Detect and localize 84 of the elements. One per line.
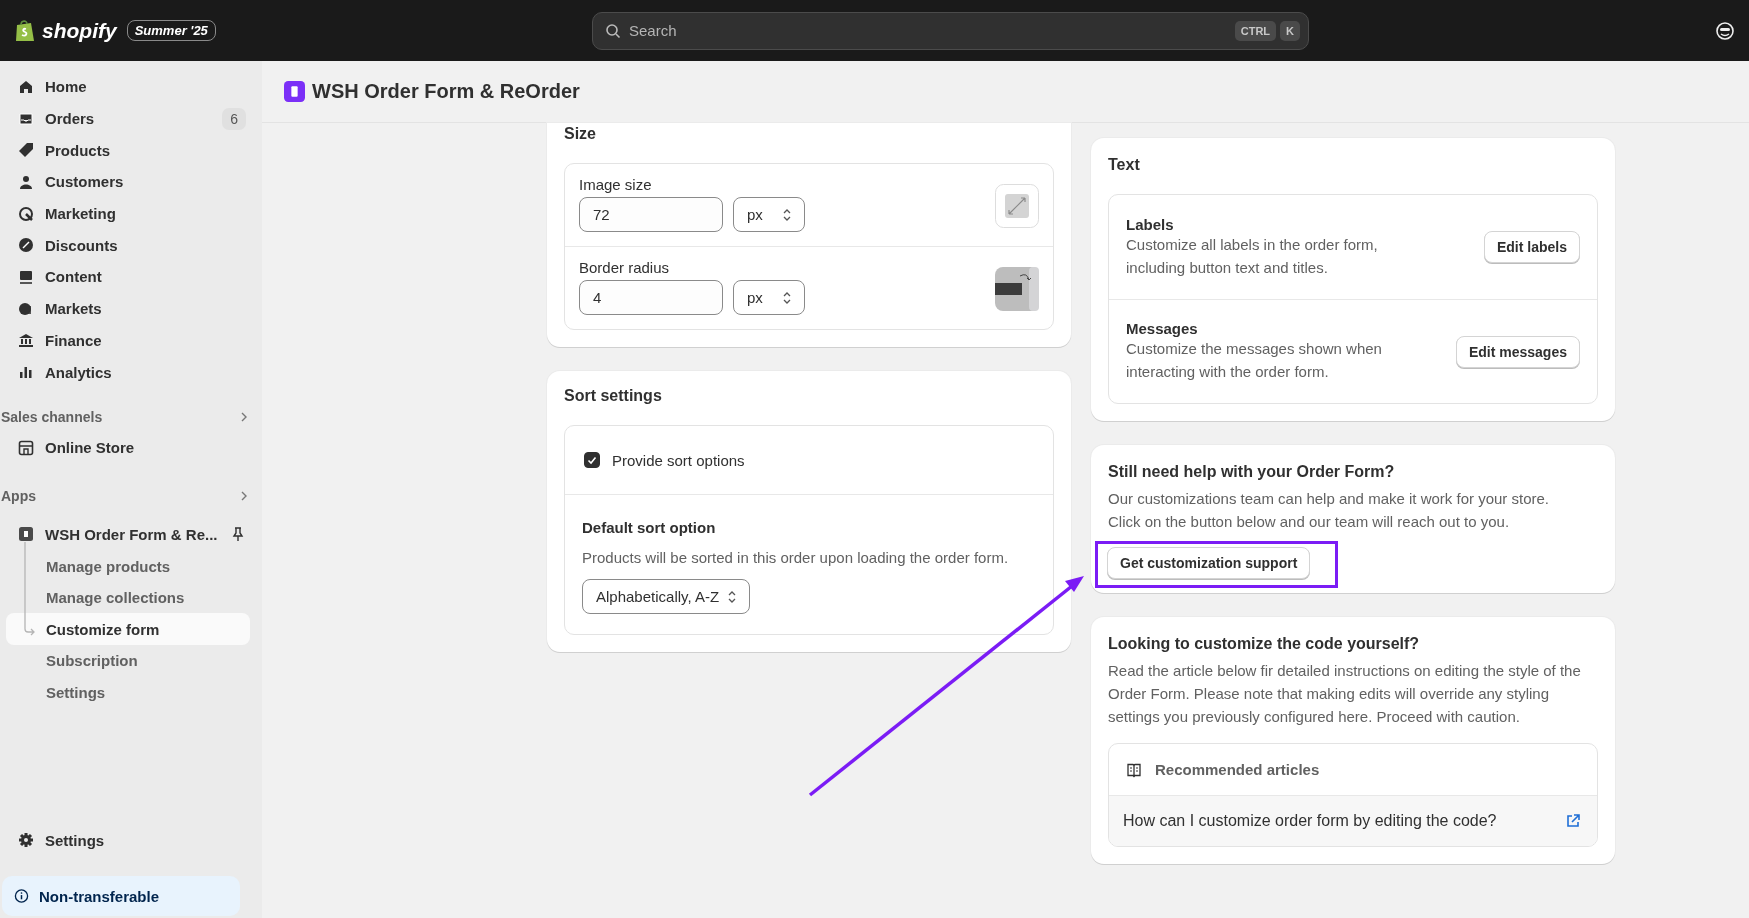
page-title: WSH Order Form & ReOrder — [312, 80, 580, 103]
keyboard-key: K — [1280, 20, 1300, 41]
app-nav-item[interactable]: WSH Order Form & Re... — [0, 518, 256, 551]
nav-item[interactable]: Orders 6 — [0, 102, 256, 135]
book-icon — [1126, 761, 1142, 778]
nav-icon — [18, 205, 34, 222]
nav-icon — [18, 142, 34, 159]
sub-nav-item[interactable]: Subscription — [6, 644, 250, 677]
section-title: Default sort option — [582, 519, 717, 536]
gear-icon — [18, 832, 34, 849]
card-title: Text — [1108, 155, 1141, 175]
corner-radius-icon — [995, 267, 1039, 311]
sub-nav-item[interactable]: Manage collections — [6, 581, 250, 614]
chevron-updown-icon — [782, 207, 792, 222]
nav-item[interactable]: Online Store — [0, 431, 256, 464]
card-title: Looking to customize the code yourself? — [1108, 634, 1421, 654]
description: Customize all labels in the order form, including button text and titles. — [1126, 234, 1379, 278]
articles-title: Recommended articles — [1155, 761, 1320, 778]
number-field[interactable]: 4 — [579, 280, 723, 315]
nav-item[interactable]: Discounts — [0, 229, 256, 262]
number-field[interactable]: 72 — [579, 197, 723, 232]
row-title: Labels — [1126, 215, 1175, 233]
chevron-updown-icon — [782, 290, 792, 305]
field-label: Border radius — [579, 259, 671, 276]
field-label: Image size — [579, 176, 653, 193]
checkmark-icon — [586, 454, 598, 466]
nav-icon — [18, 364, 34, 381]
chevron-right-icon[interactable] — [240, 489, 248, 502]
nav-item[interactable]: Products — [0, 134, 256, 167]
pin-icon[interactable] — [230, 526, 246, 543]
section-header[interactable]: Apps — [0, 480, 262, 511]
nav-item[interactable]: Analytics — [0, 356, 256, 388]
edit-button[interactable]: Edit labels — [1483, 231, 1580, 263]
chevron-right-icon[interactable] — [240, 410, 248, 423]
description: Customize the messages shown when interacting with the order form. — [1126, 339, 1383, 382]
row-title: Messages — [1126, 320, 1199, 337]
nav-item[interactable]: Finance — [0, 324, 256, 357]
keyboard-key: CTRL — [1234, 20, 1277, 41]
edit-button[interactable]: Edit messages — [1455, 335, 1580, 368]
notice-text: Non-transferable — [39, 887, 160, 905]
nav-icon — [18, 110, 34, 127]
app-icon — [18, 526, 34, 543]
checkbox[interactable] — [584, 452, 600, 468]
nav-icon — [18, 237, 34, 254]
brand-logo: shopify — [42, 18, 117, 43]
nav-item[interactable]: Marketing — [0, 197, 256, 230]
support-button[interactable]: Get customization support — [1107, 547, 1311, 579]
card-title: Size — [564, 124, 597, 144]
sub-nav-item[interactable]: Settings — [6, 676, 250, 708]
unit-select[interactable]: px — [733, 280, 805, 315]
search-field[interactable]: Search CTRL K — [592, 11, 1309, 50]
shopping-bag-icon — [14, 18, 36, 43]
nav-item[interactable]: Customers — [0, 166, 256, 198]
chevron-updown-icon — [727, 589, 738, 604]
info-icon — [14, 888, 29, 904]
nav-icon — [18, 268, 34, 285]
card-title: Sort settings — [564, 387, 663, 406]
section-header[interactable]: Sales channels — [0, 401, 262, 432]
external-link-icon[interactable] — [1565, 813, 1581, 829]
help-text: Click on the button below and our team will reach out to you. — [1108, 512, 1511, 532]
search-icon — [605, 22, 621, 39]
sort-select[interactable]: Alphabetically, A-Z — [582, 579, 751, 614]
store-icon — [18, 439, 34, 456]
settings-nav-item[interactable]: Settings — [0, 824, 256, 856]
help-text: Our customizations team can help and make it work for your store. — [1108, 489, 1551, 509]
unit-select[interactable]: px — [733, 197, 805, 232]
nav-item[interactable]: Content — [0, 261, 256, 293]
nav-icon — [18, 78, 34, 95]
nav-item[interactable]: Home — [0, 71, 256, 103]
checkbox-label: Provide sort options — [612, 451, 745, 469]
edition-badge: Summer '25 — [126, 20, 216, 41]
card-title: Still need help with your Order Form? — [1108, 462, 1396, 482]
nav-icon — [18, 332, 34, 349]
user-avatar-icon[interactable] — [1715, 20, 1735, 41]
nav-icon — [18, 300, 34, 317]
app-icon — [284, 81, 305, 102]
nav-item[interactable]: Markets — [0, 292, 256, 325]
image-resize-icon — [995, 184, 1039, 228]
sub-nav-item[interactable]: Manage products — [6, 550, 250, 582]
description: Read the article below fir detailed instructions on editing the style of the Order Form. Please note that making edits will override any styling settings you previously configured here. Proceed with caution. — [1108, 661, 1582, 727]
count-badge: 6 — [222, 107, 246, 130]
sub-nav-item[interactable]: Customize form — [6, 613, 250, 645]
description: Products will be sorted in this order upon loading the order form. — [582, 548, 1010, 568]
nav-icon — [18, 173, 34, 190]
